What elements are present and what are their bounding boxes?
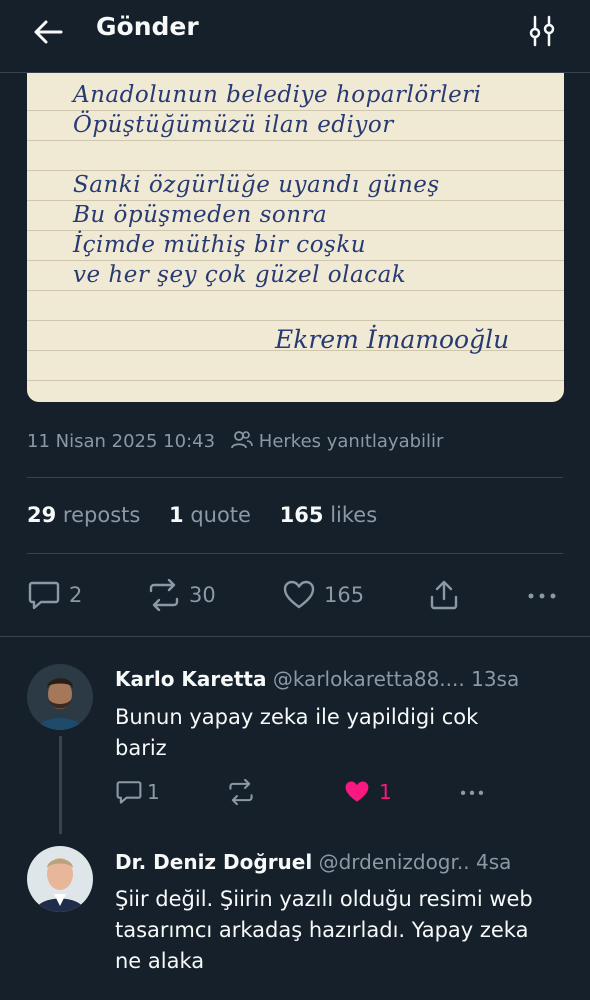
retweet-icon [149,579,179,611]
reply-button[interactable]: 1 [115,779,160,805]
thread-line [59,736,62,834]
reply-text: Şiir değil. Şiirin yazılı olduğu resimi … [115,887,533,973]
reposts-count: 29 [27,503,57,527]
tweet-timestamp[interactable]: 11 Nisan 2025 10:43 [27,431,215,452]
reply-item[interactable]: Dr. Deniz Doğruel @drdenizdogr.. 4sa Şii… [0,836,590,1000]
retweet-button[interactable]: 30 [147,575,216,615]
author-name[interactable]: Karlo Karetta [115,667,266,691]
note-signature: Ekrem İmamooğlu [275,325,510,354]
tweet-stats: 29 reposts 1 quote 165 likes [27,503,399,527]
reposts-stat[interactable]: 29 reposts [27,503,140,527]
like-button[interactable]: 165 [282,575,364,615]
note-line: Anadolunun belediye hoparlörleri [73,82,482,108]
heart-filled-icon [345,781,369,802]
sliders-icon [529,15,555,47]
note-line: İçimde müthiş bir coşku [73,232,367,258]
retweet-button[interactable] [227,779,259,805]
like-count: 1 [379,780,392,804]
comment-icon [28,581,60,610]
people-icon [230,430,253,455]
tweet-action-bar: 2 30 165 [27,575,564,615]
divider [27,553,563,554]
more-button[interactable] [525,575,567,615]
reply-count: 2 [69,583,83,607]
retweet-icon [229,779,253,805]
share-icon [430,580,458,610]
reply-time: 13sa [471,667,520,691]
reply-action-bar: 1 1 [115,779,515,809]
retweet-count: 30 [189,583,216,607]
reposts-label: reposts [62,503,141,527]
reply-header: Karlo Karetta @karlokaretta88.... 13sa [115,667,519,691]
note-line: Sanki özgürlüğe uyandı güneş [73,172,440,198]
like-button[interactable]: 1 [343,779,392,805]
avatar[interactable] [27,846,93,912]
tweet-meta: 11 Nisan 2025 10:43 Herkes yanıtlayabili… [27,430,443,455]
reply-item[interactable]: Karlo Karetta @karlokaretta88.... 13sa B… [0,636,590,836]
settings-button[interactable] [526,14,560,48]
poem-note-image[interactable]: Anadolunun belediye hoparlörleri Öpüştüğ… [27,60,564,402]
arrow-left-icon [34,20,63,44]
more-icon [528,593,556,599]
divider [27,477,563,478]
author-handle[interactable]: @karlokaretta88.... [273,667,465,691]
quotes-stat[interactable]: 1 quote [169,503,251,527]
heart-icon [283,580,315,609]
note-line: Bu öpüşmeden sonra [73,202,328,228]
comment-icon [116,781,142,804]
reply-button[interactable]: 2 [27,575,82,615]
author-handle[interactable]: @drdenizdogr.. [319,850,470,874]
reply-header: Dr. Deniz Doğruel @drdenizdogr.. 4sa [115,850,511,874]
author-name[interactable]: Dr. Deniz Doğruel [115,850,312,874]
reply-text: Bunun yapay zeka ile yapildigi cok bariz [115,705,479,760]
more-icon [460,790,484,796]
reply-time: 4sa [475,850,512,874]
note-line: ve her şey çok güzel olacak [73,262,407,288]
like-count: 165 [324,583,365,607]
page-title: Gönder [96,12,199,41]
share-button[interactable] [427,575,469,615]
quotes-count: 1 [169,503,184,527]
back-button[interactable] [30,14,70,50]
note-line: Öpüştüğümüzü ilan ediyor [73,112,394,138]
reply-audience: Herkes yanıtlayabilir [258,431,444,452]
avatar[interactable] [27,664,93,730]
likes-stat[interactable]: 165 likes [280,503,377,527]
top-bar: Gönder [0,0,590,73]
likes-label: likes [330,503,378,527]
quotes-label: quote [190,503,251,527]
reply-count: 1 [147,780,160,804]
more-button[interactable] [457,779,491,805]
likes-count: 165 [279,503,324,527]
